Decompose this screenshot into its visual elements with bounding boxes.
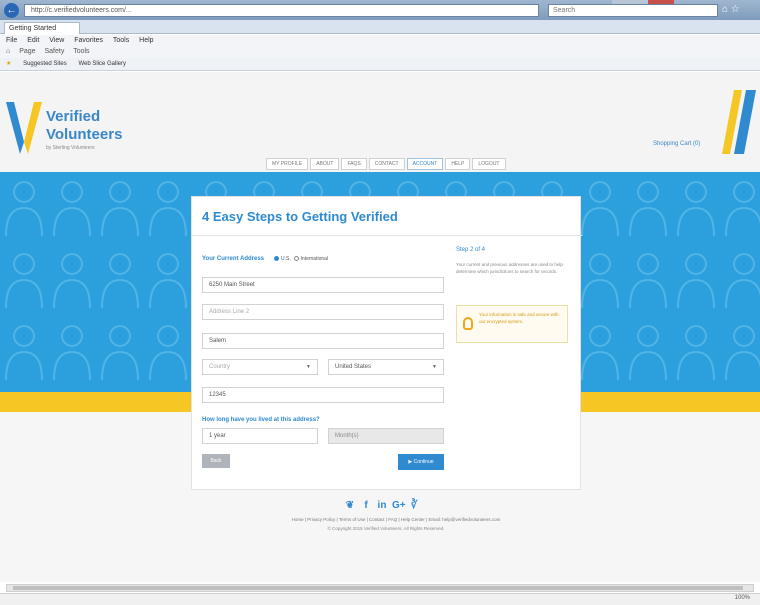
address-line2-input[interactable]: Address Line 2 — [202, 304, 444, 320]
years-input[interactable]: 1 year — [202, 428, 318, 444]
logo-tagline: by Sterling Volunteers — [46, 145, 95, 151]
address-section-label: Your Current Address — [202, 256, 265, 262]
twitter-icon[interactable]: ❦ — [344, 500, 356, 512]
radio-international[interactable] — [293, 256, 299, 262]
footer-links[interactable]: Home | Privacy Policy | Terms of Use | C… — [246, 517, 546, 522]
city-input[interactable]: Salem — [202, 333, 444, 349]
footer-copyright: © Copyright 2015 Verified Volunteers. Al… — [327, 526, 445, 531]
address-type-radios: U.S. International — [274, 256, 328, 262]
menu-file[interactable]: File — [6, 37, 17, 44]
chevron-down-icon: ▼ — [306, 364, 311, 370]
security-note-text: Your information is safe and secure with… — [479, 312, 559, 324]
continue-button[interactable]: ▶ Continue — [398, 454, 444, 470]
browser-search-input[interactable]: Search — [548, 4, 718, 17]
header-link[interactable]: Shopping Cart (0) — [653, 141, 700, 147]
zoom-level[interactable]: 100% — [735, 595, 750, 601]
social-links: ❦ f in G+ ∛ — [344, 500, 424, 512]
toolbar-tools[interactable]: Tools — [73, 48, 89, 55]
rss-icon[interactable]: ∛ — [408, 500, 420, 512]
favorite-link[interactable]: Web Slice Gallery — [78, 61, 126, 67]
address-bar[interactable]: http://c.verifiedvolunteers.com/... — [24, 4, 539, 17]
chevron-down-icon: ▼ — [432, 364, 437, 370]
duration-label: How long have you lived at this address? — [202, 417, 320, 423]
months-input[interactable]: Month(s) — [328, 428, 444, 444]
site-header: Verified Volunteers by Sterling Voluntee… — [0, 72, 760, 154]
toolbar-safety[interactable]: Safety — [45, 48, 65, 55]
back-button[interactable]: Back — [202, 454, 230, 468]
state-select[interactable]: United States ▼ — [328, 359, 444, 375]
google-plus-icon[interactable]: G+ — [392, 500, 406, 512]
nav-item[interactable]: LOGOUT — [472, 158, 506, 170]
scrollbar-thumb[interactable] — [13, 586, 743, 590]
horizontal-scrollbar[interactable] — [6, 584, 754, 592]
zip-input[interactable]: 12345 — [202, 387, 444, 403]
nav-item[interactable]: FAQS — [341, 158, 367, 170]
home-icon[interactable]: ⌂ ☆ — [722, 4, 740, 15]
browser-titlebar: ← http://c.verifiedvolunteers.com/... Se… — [0, 0, 760, 20]
back-arrow-icon[interactable]: ← — [4, 3, 19, 18]
divider — [192, 235, 582, 236]
linkedin-icon[interactable]: in — [376, 500, 388, 512]
nav-item[interactable]: ABOUT — [310, 158, 340, 170]
radio-label: U.S. — [281, 256, 291, 262]
security-note: Your information is safe and secure with… — [456, 305, 568, 343]
side-panel-title: Step 2 of 4 — [456, 247, 486, 253]
radio-us[interactable] — [274, 256, 279, 262]
side-panel-text: Your current and previous addresses are … — [456, 262, 563, 274]
state-select-value: United States — [335, 364, 372, 370]
nav-item-active[interactable]: ACCOUNT — [406, 158, 444, 170]
menu-help[interactable]: Help — [139, 37, 153, 44]
card-title: 4 Easy Steps to Getting Verified — [202, 209, 398, 224]
logo-v-icon — [6, 102, 42, 154]
logo-text[interactable]: Volunteers — [46, 126, 122, 143]
nav-item[interactable]: MY PROFILE — [266, 158, 309, 170]
main-nav: MY PROFILE ABOUT FAQS CONTACT ACCOUNT HE… — [0, 154, 760, 172]
home-toolbar-icon[interactable]: ⌂ — [6, 48, 10, 55]
menu-favorites[interactable]: Favorites — [74, 37, 103, 44]
verification-card: 4 Easy Steps to Getting Verified Your Cu… — [191, 196, 582, 490]
menu-bar: File Edit View Favorites Tools Help — [0, 35, 760, 46]
address-line1-input[interactable]: 6250 Main Street — [202, 277, 444, 293]
browser-tab[interactable]: Getting Started — [4, 22, 80, 34]
favorites-star-icon[interactable]: ★ — [6, 61, 11, 67]
nav-menu: MY PROFILE ABOUT FAQS CONTACT ACCOUNT HE… — [266, 158, 508, 170]
radio-label: International — [300, 256, 329, 262]
toolbar-page[interactable]: Page — [19, 48, 35, 55]
menu-tools[interactable]: Tools — [113, 37, 129, 44]
nav-item[interactable]: HELP — [445, 158, 471, 170]
menu-edit[interactable]: Edit — [27, 37, 39, 44]
facebook-icon[interactable]: f — [360, 500, 372, 512]
tab-strip: Getting Started — [0, 20, 760, 34]
nav-item[interactable]: CONTACT — [368, 158, 405, 170]
decorative-stripes — [722, 90, 756, 154]
country-select-value: Country — [209, 364, 231, 370]
favorite-link[interactable]: Suggested Sites — [23, 61, 67, 67]
logo-text[interactable]: Verified — [46, 108, 100, 125]
menu-view[interactable]: View — [49, 37, 64, 44]
status-bar: 100% — [0, 593, 760, 605]
favorites-bar: ★ Suggested Sites Web Slice Gallery — [0, 58, 760, 71]
continue-label: Continue — [413, 459, 434, 465]
country-select[interactable]: Country ▼ — [202, 359, 318, 375]
lightbulb-icon — [463, 317, 473, 330]
command-bar: ⌂ Page Safety Tools — [0, 46, 760, 58]
